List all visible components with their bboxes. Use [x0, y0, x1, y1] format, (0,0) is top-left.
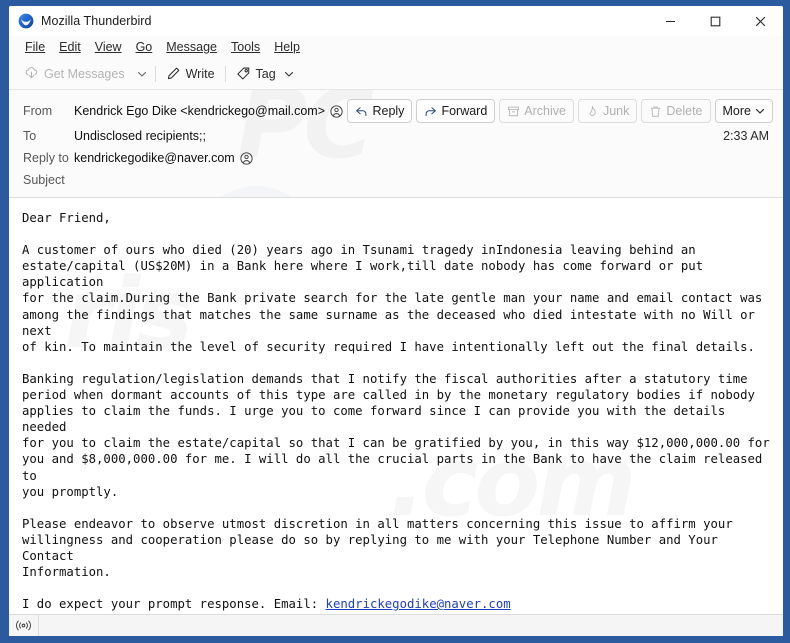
menu-bar: File Edit View Go Message Tools Help	[9, 36, 783, 58]
menu-item-edit[interactable]: Edit	[52, 39, 88, 55]
header-row-to: To Undisclosed recipients;; 2:33 AM	[9, 125, 783, 147]
trash-icon	[651, 105, 661, 117]
menu-view-label: View	[94, 40, 122, 54]
message-body-pane[interactable]: .com ris Dear Friend, A customer of ours…	[9, 198, 783, 614]
write-button[interactable]: Write	[159, 61, 222, 86]
menu-tools-label: Tools	[231, 40, 261, 54]
offline-broadcast-icon[interactable]	[9, 615, 39, 636]
header-label-to: To	[23, 129, 37, 143]
header-value-to[interactable]: Undisclosed recipients;;	[74, 129, 206, 143]
message-body-text: Dear Friend, A customer of ours who died…	[22, 210, 773, 614]
message-timestamp: 2:33 AM	[723, 129, 769, 143]
tag-icon	[236, 67, 249, 80]
delete-label: Delete	[666, 104, 703, 118]
reply-label: Reply	[372, 104, 405, 118]
thunderbird-logo-icon	[18, 13, 34, 29]
archive-label: Archive	[524, 104, 566, 118]
header-label-from: From	[23, 104, 53, 118]
menu-item-view[interactable]: View	[88, 39, 129, 55]
menu-help-label: Help	[274, 40, 300, 54]
junk-button[interactable]: Junk	[577, 99, 638, 123]
reply-to-address-text: kendrickegodike@naver.com	[74, 151, 235, 165]
header-label-subject: Subject	[23, 173, 65, 187]
forward-label: Forward	[441, 104, 488, 118]
pencil-icon	[167, 67, 179, 80]
archive-box-icon	[508, 106, 520, 116]
header-row-reply-to: Reply to kendrickegodike@naver.com	[9, 147, 783, 169]
menu-message-label: Message	[166, 40, 217, 54]
junk-label: Junk	[602, 104, 630, 118]
window-inner: Mozilla Thunderbird File Edit View Go Me…	[9, 6, 783, 636]
message-header: PC From Kendrick Ego Dike <kendrickego@m…	[9, 90, 783, 198]
menu-file-label: File	[25, 40, 46, 54]
archive-button[interactable]: Archive	[499, 99, 574, 123]
menu-go-label: Go	[135, 40, 153, 54]
more-label: More	[722, 104, 751, 118]
maximize-icon	[710, 16, 721, 26]
application-window: Mozilla Thunderbird File Edit View Go Me…	[0, 0, 790, 643]
header-row-from: From Kendrick Ego Dike <kendrickego@mail…	[9, 97, 783, 125]
more-button[interactable]: More	[714, 99, 773, 123]
toolbar-separator-2	[224, 65, 226, 82]
status-bar	[9, 614, 783, 636]
window-title: Mozilla Thunderbird	[41, 14, 152, 28]
from-address-text: Kendrick Ego Dike <kendrickego@mail.com>	[74, 104, 325, 118]
chevron-down-icon	[137, 71, 146, 77]
body-paragraph-4-prefix: I do expect your prompt response. Email:	[22, 597, 326, 612]
body-paragraph-1: A customer of ours who died (20) years a…	[22, 243, 763, 354]
window-controls	[648, 6, 783, 36]
download-cloud-icon	[25, 67, 38, 79]
contact-person-icon[interactable]	[240, 151, 253, 165]
get-messages-button[interactable]: Get Messages	[17, 61, 132, 86]
menu-item-message[interactable]: Message	[159, 39, 224, 55]
forward-button[interactable]: Forward	[416, 99, 496, 123]
email-link[interactable]: kendrickegodike@naver.com	[326, 597, 511, 611]
header-label-reply-to: Reply to	[23, 151, 69, 165]
tag-button[interactable]: Tag	[229, 61, 301, 86]
flame-icon	[589, 105, 596, 116]
reply-arrow-icon	[356, 106, 367, 116]
tag-label: Tag	[255, 66, 276, 81]
get-messages-label: Get Messages	[44, 66, 125, 81]
menu-edit-label: Edit	[59, 40, 81, 54]
message-action-buttons: Reply Forward Archive Junk Delete More	[347, 99, 773, 123]
menu-item-go[interactable]: Go	[129, 39, 160, 55]
header-row-subject: Subject	[9, 169, 783, 191]
title-bar: Mozilla Thunderbird	[9, 6, 783, 36]
close-button[interactable]	[738, 6, 783, 36]
header-value-from[interactable]: Kendrick Ego Dike <kendrickego@mail.com>	[74, 104, 343, 118]
header-value-reply-to[interactable]: kendrickegodike@naver.com	[74, 151, 253, 165]
contact-person-icon[interactable]	[330, 104, 343, 118]
close-icon	[755, 16, 766, 26]
to-address-text: Undisclosed recipients;;	[74, 129, 207, 143]
body-paragraph-2: Banking regulation/legislation demands t…	[22, 371, 770, 499]
reply-button[interactable]: Reply	[347, 99, 413, 123]
write-label: Write	[185, 66, 215, 81]
toolbar-separator-1	[154, 65, 156, 82]
minimize-button[interactable]	[648, 6, 693, 36]
chevron-down-icon	[284, 71, 293, 77]
body-greeting: Dear Friend,	[22, 211, 111, 225]
menu-item-help[interactable]: Help	[267, 39, 307, 55]
main-toolbar: Get Messages Write Tag	[9, 58, 783, 90]
menu-item-tools[interactable]: Tools	[224, 39, 267, 55]
maximize-button[interactable]	[693, 6, 738, 36]
menu-item-file[interactable]: File	[18, 39, 52, 55]
body-paragraph-3: Please endeavor to observe utmost discre…	[22, 516, 733, 580]
get-messages-dropdown-button[interactable]	[132, 61, 152, 86]
forward-arrow-icon	[426, 106, 437, 116]
chevron-down-icon	[755, 108, 765, 114]
delete-button[interactable]: Delete	[641, 99, 711, 123]
minimize-icon	[666, 20, 675, 22]
